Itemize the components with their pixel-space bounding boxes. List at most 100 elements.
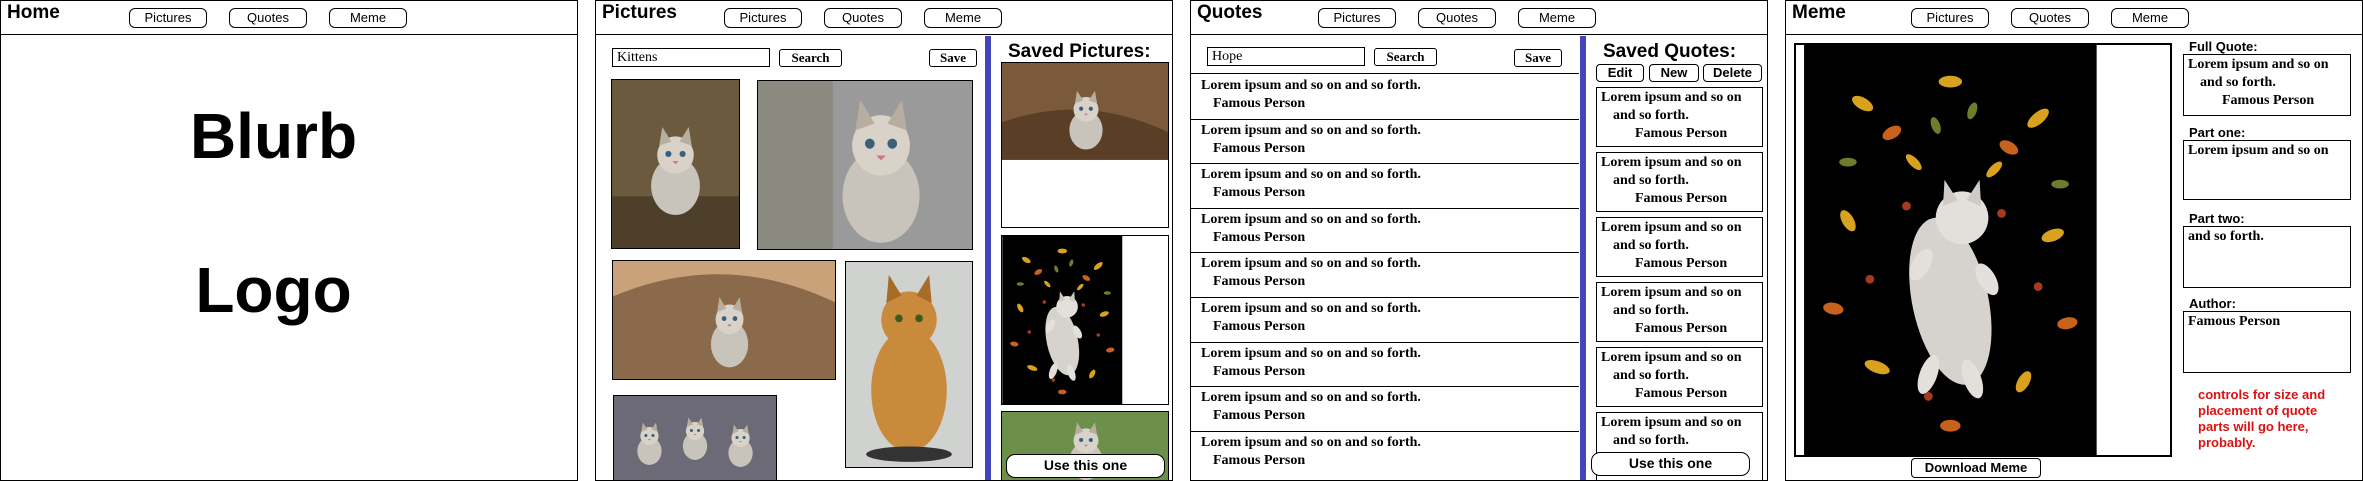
result-image-4[interactable] <box>845 261 973 468</box>
search-button[interactable]: Search <box>1374 48 1437 66</box>
quote-author: Famous Person <box>1213 140 1306 156</box>
use-this-one-button[interactable]: Use this one <box>1006 454 1165 478</box>
nav-pictures-button[interactable]: Pictures <box>1318 8 1396 28</box>
page-title: Meme <box>1792 2 1846 23</box>
saved-quote-line2: and so forth. <box>1613 238 1689 253</box>
nav-pictures-button[interactable]: Pictures <box>129 8 207 28</box>
save-button[interactable]: Save <box>1514 49 1562 67</box>
nav-pictures-button[interactable]: Pictures <box>724 8 802 28</box>
saved-image-1[interactable] <box>1001 62 1169 228</box>
search-input[interactable]: Kittens <box>612 48 770 67</box>
quote-author: Famous Person <box>1213 408 1306 424</box>
meme-canvas[interactable] <box>1794 43 2172 457</box>
saved-quote-author: Famous Person <box>1635 191 1728 206</box>
saved-quote-card[interactable]: Lorem ipsum and so on and so forth. Famous… <box>1596 152 1763 212</box>
result-image-3[interactable] <box>612 260 836 380</box>
nav-quotes-button[interactable]: Quotes <box>229 8 307 28</box>
list-item[interactable]: Lorem ipsum and so on and so forth. Famou… <box>1191 387 1579 432</box>
logo-placeholder: Logo <box>195 254 352 326</box>
saved-quote-line2: and so forth. <box>1613 108 1689 123</box>
list-item[interactable]: Lorem ipsum and so on and so forth. Famou… <box>1191 253 1579 298</box>
nav-meme-button[interactable]: Meme <box>2111 8 2189 28</box>
part-two-label: Part two: <box>2189 211 2245 226</box>
home-wireframe: Home Pictures Quotes Meme Blurb Logo <box>0 0 578 481</box>
download-meme-button[interactable]: Download Meme <box>1911 458 2041 478</box>
quote-text: Lorem ipsum and so on and so forth. <box>1201 122 1421 138</box>
header-divider <box>596 34 1172 35</box>
saved-quote-card[interactable]: Lorem ipsum and so on and so forth. Famous… <box>1596 347 1763 407</box>
edit-button[interactable]: Edit <box>1596 64 1644 82</box>
saved-quote-author: Famous Person <box>1635 256 1728 271</box>
list-item[interactable]: Lorem ipsum and so on and so forth. Famou… <box>1191 432 1579 477</box>
header-divider <box>1 34 577 35</box>
saved-quote-line1: Lorem ipsum and so on <box>1601 350 1742 365</box>
divider-bar <box>985 36 991 480</box>
saved-quotes-heading: Saved Quotes: <box>1603 41 1737 62</box>
result-image-5[interactable] <box>613 395 777 480</box>
saved-quote-line2: and so forth. <box>1613 303 1689 318</box>
saved-quote-line1: Lorem ipsum and so on <box>1601 415 1742 430</box>
page-title: Quotes <box>1197 2 1263 23</box>
divider-bar <box>1580 36 1586 480</box>
full-quote-label: Full Quote: <box>2189 39 2258 54</box>
search-input[interactable]: Hope <box>1207 47 1365 66</box>
quote-text: Lorem ipsum and so on and so forth. <box>1201 434 1421 450</box>
full-quote-line1: Lorem ipsum and so on <box>2188 57 2329 72</box>
delete-button[interactable]: Delete <box>1703 64 1762 82</box>
author-field[interactable]: Famous Person <box>2183 311 2351 373</box>
page-title: Home <box>7 2 60 23</box>
list-item[interactable]: Lorem ipsum and so on and so forth. Famou… <box>1191 343 1579 388</box>
result-image-1[interactable] <box>611 79 740 249</box>
search-button[interactable]: Search <box>779 49 842 67</box>
list-item[interactable]: Lorem ipsum and so on and so forth. Famou… <box>1191 75 1579 120</box>
part-one-label: Part one: <box>2189 125 2246 140</box>
blurb-placeholder: Blurb <box>189 100 358 172</box>
quote-text: Lorem ipsum and so on and so forth. <box>1201 167 1421 183</box>
quote-author: Famous Person <box>1213 274 1306 290</box>
result-image-2[interactable] <box>757 80 973 250</box>
nav-quotes-button[interactable]: Quotes <box>2011 8 2089 28</box>
list-item[interactable]: Lorem ipsum and so on and so forth. Famou… <box>1191 164 1579 209</box>
part-two-field[interactable]: and so forth. <box>2183 226 2351 288</box>
quote-text: Lorem ipsum and so on and so forth. <box>1201 390 1421 406</box>
nav-meme-button[interactable]: Meme <box>1518 8 1596 28</box>
quote-text: Lorem ipsum and so on and so forth. <box>1201 256 1421 272</box>
quote-text: Lorem ipsum and so on and so forth. <box>1201 345 1421 361</box>
saved-quote-line1: Lorem ipsum and so on <box>1601 90 1742 105</box>
saved-quote-card[interactable]: Lorem ipsum and so on and so forth. Famous… <box>1596 282 1763 342</box>
full-quote-field[interactable]: Lorem ipsum and so on and so forth. Famous… <box>2183 54 2351 116</box>
saved-quote-author: Famous Person <box>1635 321 1728 336</box>
nav-meme-button[interactable]: Meme <box>329 8 407 28</box>
new-button[interactable]: New <box>1649 64 1699 82</box>
use-this-one-button[interactable]: Use this one <box>1591 452 1750 476</box>
list-item[interactable]: Lorem ipsum and so on and so forth. Famou… <box>1191 298 1579 343</box>
nav-pictures-button[interactable]: Pictures <box>1911 8 1989 28</box>
saved-image-2[interactable] <box>1001 235 1169 405</box>
top-nav: Pictures Quotes Meme <box>1318 8 1596 28</box>
quote-author: Famous Person <box>1213 96 1306 111</box>
quote-author: Famous Person <box>1213 229 1306 245</box>
nav-quotes-button[interactable]: Quotes <box>1418 8 1496 28</box>
nav-quotes-button[interactable]: Quotes <box>824 8 902 28</box>
saved-quote-card[interactable]: Lorem ipsum and so on and so forth. Famous… <box>1596 217 1763 277</box>
saved-quote-line2: and so forth. <box>1613 433 1689 448</box>
nav-meme-button[interactable]: Meme <box>924 8 1002 28</box>
full-quote-author: Famous Person <box>2222 93 2315 108</box>
author-label: Author: <box>2189 296 2236 311</box>
list-divider <box>1191 73 1579 74</box>
saved-quote-line2: and so forth. <box>1613 368 1689 383</box>
saved-quote-author: Famous Person <box>1635 126 1728 141</box>
saved-quote-line1: Lorem ipsum and so on <box>1601 285 1742 300</box>
quote-author: Famous Person <box>1213 318 1306 334</box>
list-item[interactable]: Lorem ipsum and so on and so forth. Famou… <box>1191 209 1579 254</box>
header-divider <box>1786 34 2362 35</box>
list-item[interactable]: Lorem ipsum and so on and so forth. Famou… <box>1191 120 1579 165</box>
saved-quote-card[interactable]: Lorem ipsum and so on and so forth. Famous… <box>1596 87 1763 147</box>
page-title: Pictures <box>602 2 677 23</box>
quote-author: Famous Person <box>1213 185 1306 201</box>
top-nav: Pictures Quotes Meme <box>724 8 1002 28</box>
full-quote-line2: and so forth. <box>2200 75 2276 90</box>
save-button[interactable]: Save <box>929 49 977 67</box>
quote-text: Lorem ipsum and so on and so forth. <box>1201 300 1421 316</box>
part-one-field[interactable]: Lorem ipsum and so on <box>2183 140 2351 200</box>
